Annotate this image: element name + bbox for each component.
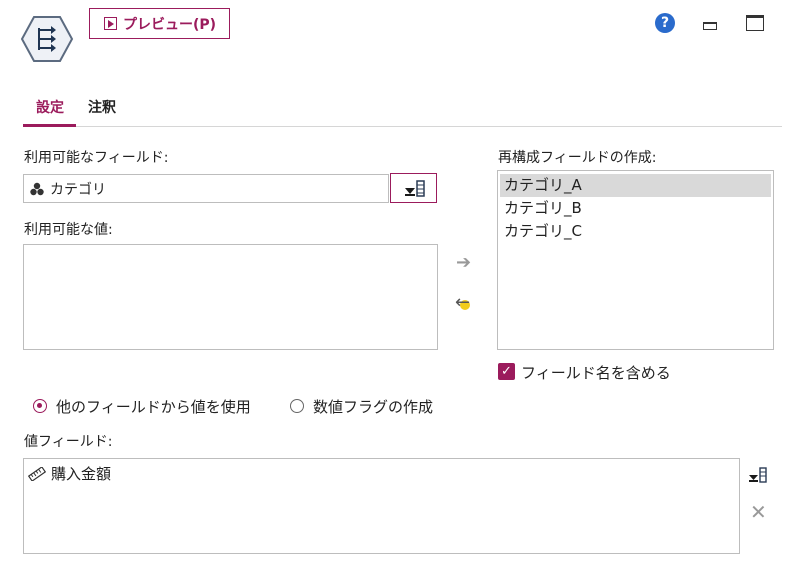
- include-field-name-label: フィールド名を含める: [521, 364, 671, 382]
- preview-button[interactable]: プレビュー(P): [89, 8, 230, 39]
- radio-numeric-flags[interactable]: [290, 399, 304, 413]
- continuous-field-icon: [28, 466, 46, 481]
- minimize-icon[interactable]: [703, 22, 717, 30]
- radio-use-values-label: 他のフィールドから値を使用: [56, 398, 251, 416]
- field-list-icon: [405, 180, 425, 197]
- list-item[interactable]: カテゴリ_C: [500, 220, 771, 243]
- help-icon[interactable]: ?: [655, 13, 675, 33]
- available-fields-value: カテゴリ: [50, 181, 106, 198]
- available-fields-select[interactable]: カテゴリ: [23, 174, 389, 203]
- value-field-label: 購入金額: [51, 465, 112, 483]
- value-fields-list[interactable]: 購入金額: [23, 458, 740, 554]
- tab-annotations[interactable]: 注釈: [88, 97, 116, 117]
- list-item[interactable]: カテゴリ_A: [500, 174, 771, 197]
- preview-button-label: プレビュー(P): [123, 16, 217, 33]
- radio-numeric-flags-label: 数値フラグの作成: [313, 398, 434, 416]
- restructured-fields-label: 再構成フィールドの作成:: [498, 150, 657, 166]
- include-field-name-checkbox[interactable]: ✓: [498, 363, 515, 380]
- value-fields-label: 値フィールド:: [24, 434, 113, 450]
- tab-settings[interactable]: 設定: [36, 97, 64, 117]
- value-field-picker-icon[interactable]: [748, 466, 768, 486]
- restructured-fields-list[interactable]: カテゴリ_A カテゴリ_B カテゴリ_C: [497, 170, 774, 350]
- active-tab-indicator: [23, 124, 76, 127]
- list-item[interactable]: カテゴリ_B: [500, 197, 771, 220]
- field-picker-button[interactable]: [390, 173, 437, 203]
- move-right-arrow-icon[interactable]: ➔: [456, 252, 471, 273]
- tab-divider: [23, 126, 782, 127]
- nominal-field-icon: [30, 182, 44, 195]
- radio-use-values[interactable]: [33, 399, 47, 413]
- maximize-icon[interactable]: [746, 15, 764, 31]
- restructure-node-icon: [20, 16, 74, 62]
- move-left-arrow-icon[interactable]: ←: [455, 292, 470, 313]
- available-values-label: 利用可能な値:: [24, 222, 113, 238]
- available-fields-label: 利用可能なフィールド:: [24, 150, 169, 166]
- available-values-list[interactable]: [23, 244, 438, 350]
- list-item[interactable]: 購入金額: [28, 463, 735, 484]
- play-icon: [104, 17, 117, 30]
- delete-icon[interactable]: ✕: [750, 500, 767, 524]
